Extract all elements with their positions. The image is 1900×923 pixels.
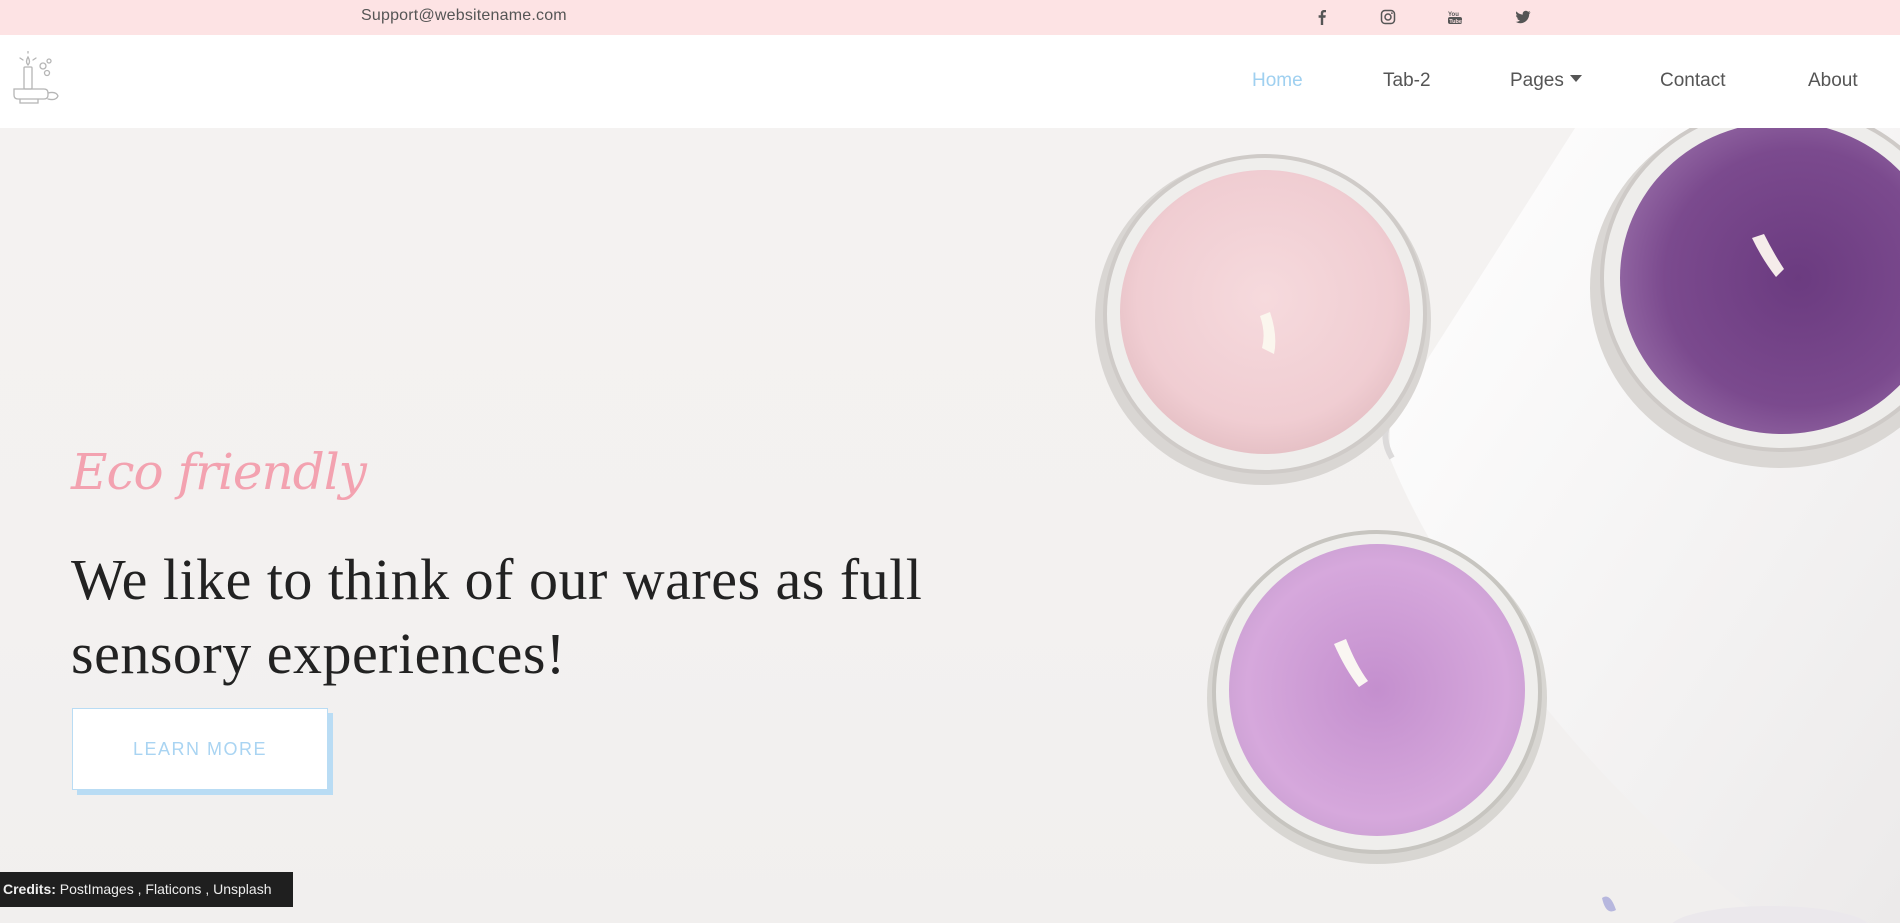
nav-pages-dropdown[interactable]: Pages xyxy=(1510,68,1582,94)
hero-section: Eco friendly We like to think of our war… xyxy=(0,128,1900,923)
credits-label: Credits: xyxy=(3,881,56,897)
hero-headline-line1: We like to think of our wares as full xyxy=(71,547,923,612)
credit-link-postimages[interactable]: PostImages xyxy=(60,881,134,897)
credits-bar: Credits: PostImages , Flaticons , Unspla… xyxy=(0,872,293,907)
svg-text:Tube: Tube xyxy=(1449,19,1462,25)
youtube-icon[interactable]: You Tube xyxy=(1443,5,1467,29)
nav-home[interactable]: Home xyxy=(1252,68,1303,94)
caret-down-icon xyxy=(1569,75,1582,83)
facebook-icon[interactable] xyxy=(1310,5,1334,29)
learn-more-button[interactable]: LEARN MORE xyxy=(72,708,328,790)
nav-about[interactable]: About xyxy=(1808,68,1858,94)
candle-logo-icon[interactable] xyxy=(10,50,62,105)
hero-eyebrow: Eco friendly xyxy=(71,443,367,501)
hero-headline: We like to think of our wares as full se… xyxy=(71,543,971,691)
support-email[interactable]: Support@websitename.com xyxy=(361,0,567,35)
credit-separator: , xyxy=(133,881,146,897)
credit-link-unsplash[interactable]: Unsplash xyxy=(213,881,271,897)
credit-link-flaticons[interactable]: Flaticons xyxy=(145,881,201,897)
nav-tab-2[interactable]: Tab-2 xyxy=(1383,68,1431,94)
instagram-icon[interactable] xyxy=(1376,5,1400,29)
hero-headline-line2: sensory experiences! xyxy=(71,621,566,686)
nav-pages-label: Pages xyxy=(1510,70,1564,91)
credit-separator: , xyxy=(201,881,214,897)
twitter-icon[interactable] xyxy=(1511,5,1535,29)
top-bar: Support@websitename.com You Tube xyxy=(0,0,1900,35)
main-navbar: Home Tab-2 Pages Contact About xyxy=(0,35,1900,128)
nav-contact[interactable]: Contact xyxy=(1660,68,1725,94)
candles-hero-image xyxy=(1095,128,1900,923)
